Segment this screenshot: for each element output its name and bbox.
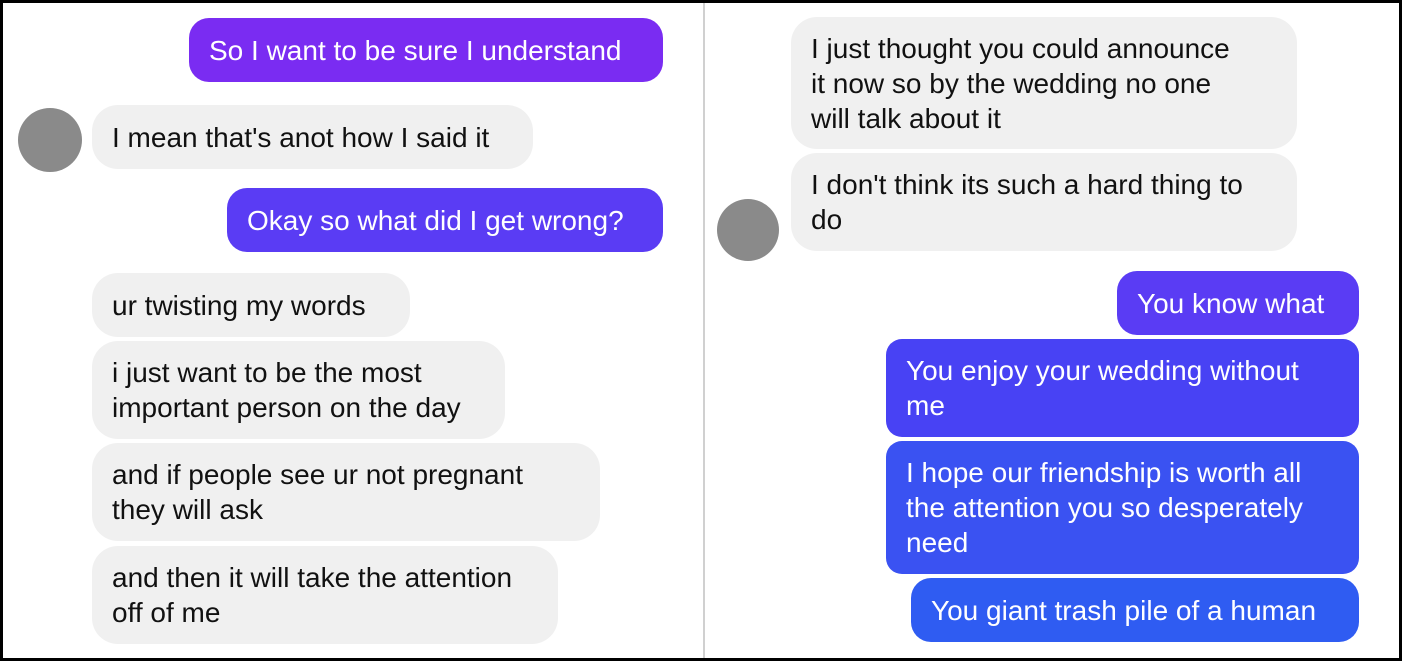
screenshot-frame: So I want to be sure I understand I mean… (3, 3, 1399, 658)
received-message-bubble[interactable]: I don't think its such a hard thing to d… (791, 153, 1297, 251)
sent-message-bubble[interactable]: I hope our friendship is worth all the a… (886, 441, 1359, 574)
sent-message-bubble[interactable]: Okay so what did I get wrong? (227, 188, 663, 252)
message-line: Okay so what did I get wrong? (247, 204, 624, 236)
message-line: I hope our friendship is worth all (906, 457, 1302, 488)
message-line: it now so by the wedding no one (811, 67, 1212, 99)
sent-message-bubble[interactable]: You know what (1117, 271, 1359, 335)
message-line: So I want to be sure I understand (209, 34, 622, 66)
message-line: the attention you so desperately (906, 492, 1303, 523)
message-line: You know what (1137, 287, 1325, 319)
received-message-bubble[interactable]: I just thought you could announce it now… (791, 17, 1297, 149)
sent-message-bubble[interactable]: You enjoy your wedding without me (886, 339, 1359, 437)
message-line: important person on the day (112, 392, 461, 423)
message-line: I just thought you could announce (811, 32, 1230, 64)
contact-avatar[interactable] (18, 108, 82, 172)
message-line: I don't think its such a hard thing to (811, 169, 1243, 200)
message-line: and then it will take the attention (112, 562, 513, 593)
contact-avatar[interactable] (717, 199, 779, 261)
sent-message-bubble[interactable]: You giant trash pile of a human (911, 578, 1359, 642)
conversation-panel-left[interactable]: So I want to be sure I understand I mean… (3, 3, 703, 658)
message-line: You giant trash pile of a human (931, 594, 1317, 626)
received-message-bubble[interactable]: i just want to be the most important per… (92, 341, 505, 439)
message-line: and if people see ur not pregnant (112, 459, 523, 490)
message-line: off of me (112, 597, 221, 628)
received-message-bubble[interactable]: ur twisting my words (92, 273, 410, 337)
message-line: i just want to be the most (112, 357, 422, 388)
conversation-panel-right[interactable]: I just thought you could announce it now… (705, 3, 1399, 658)
received-message-bubble[interactable]: I mean that's anot how I said it (92, 105, 533, 169)
received-message-bubble[interactable]: and then it will take the attention off … (92, 546, 558, 644)
message-line: I mean that's anot how I said it (112, 121, 490, 153)
message-line: will talk about it (811, 102, 1001, 134)
received-message-bubble[interactable]: and if people see ur not pregnant they w… (92, 443, 600, 541)
sent-message-bubble[interactable]: So I want to be sure I understand (189, 18, 663, 82)
message-line: You enjoy your wedding without (906, 355, 1299, 386)
message-line: do (811, 204, 843, 235)
message-line: they will ask (112, 494, 263, 525)
message-line: ur twisting my words (112, 289, 366, 321)
message-line: me (906, 390, 945, 421)
message-line: need (906, 527, 969, 558)
